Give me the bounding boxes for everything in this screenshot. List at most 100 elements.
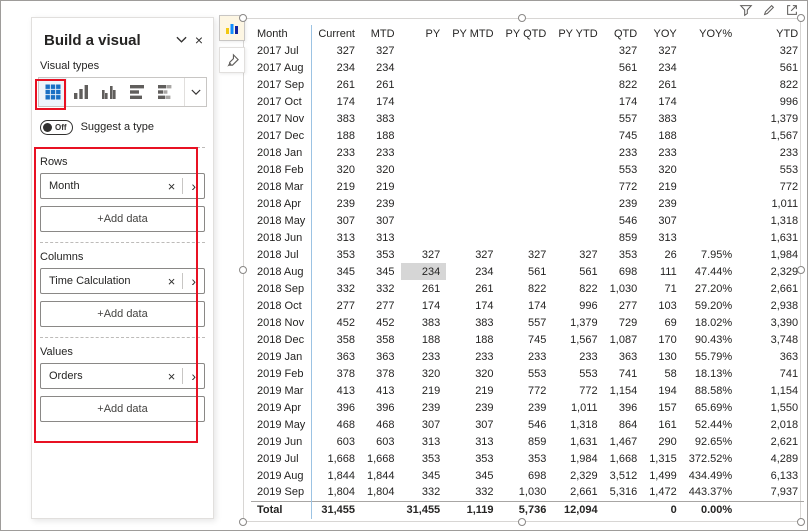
table-cell[interactable]: 2,329 [552, 467, 603, 484]
table-cell[interactable] [500, 161, 553, 178]
table-cell[interactable]: 103 [643, 297, 683, 314]
table-cell[interactable] [552, 144, 603, 161]
table-cell[interactable]: 603 [361, 433, 401, 450]
table-cell[interactable]: 561 [552, 263, 603, 280]
table-cell[interactable]: 378 [361, 365, 401, 382]
total-cell[interactable]: 31,455 [401, 501, 447, 519]
table-cell[interactable]: 1,030 [500, 484, 553, 501]
table-cell[interactable]: 188 [312, 127, 361, 144]
row-header-cell[interactable]: 2018 Jan [251, 144, 312, 161]
table-cell[interactable]: 452 [312, 314, 361, 331]
column-header[interactable]: Month [251, 25, 312, 42]
table-cell[interactable]: 130 [643, 348, 683, 365]
row-header-cell[interactable]: 2018 Jul [251, 246, 312, 263]
table-cell[interactable]: 1,467 [604, 433, 644, 450]
table-cell[interactable]: 383 [401, 314, 447, 331]
table-cell[interactable] [552, 212, 603, 229]
table-cell[interactable]: 1,379 [552, 314, 603, 331]
table-cell[interactable] [683, 110, 738, 127]
resize-handle-top-left[interactable] [239, 14, 247, 22]
table-cell[interactable] [401, 110, 447, 127]
table-cell[interactable]: 996 [738, 93, 804, 110]
table-cell[interactable] [446, 59, 499, 76]
column-header[interactable]: PY MTD [446, 25, 499, 42]
table-cell[interactable] [401, 195, 447, 212]
table-cell[interactable]: 358 [361, 331, 401, 348]
row-header-cell[interactable]: 2017 Jul [251, 42, 312, 59]
table-cell[interactable]: 174 [446, 297, 499, 314]
table-cell[interactable]: 1,550 [738, 399, 804, 416]
table-cell[interactable] [683, 42, 738, 59]
table-cell[interactable]: 772 [738, 178, 804, 195]
table-cell[interactable]: 859 [604, 229, 644, 246]
more-visuals-chevron-icon[interactable] [184, 78, 206, 106]
column-header[interactable]: Current [312, 25, 361, 42]
table-cell[interactable]: 1,804 [312, 484, 361, 501]
table-cell[interactable]: 553 [500, 365, 553, 382]
table-cell[interactable]: 557 [604, 110, 644, 127]
table-cell[interactable] [401, 93, 447, 110]
table-cell[interactable]: 5,316 [604, 484, 644, 501]
table-cell[interactable] [552, 110, 603, 127]
table-cell[interactable]: 741 [738, 365, 804, 382]
table-cell[interactable]: 327 [446, 246, 499, 263]
table-cell[interactable]: 2,938 [738, 297, 804, 314]
total-row-header[interactable]: Total [251, 501, 312, 519]
table-cell[interactable]: 327 [604, 42, 644, 59]
column-header[interactable]: QTD [604, 25, 644, 42]
table-cell[interactable] [683, 59, 738, 76]
table-cell[interactable]: 698 [500, 467, 553, 484]
table-cell[interactable]: 345 [361, 263, 401, 280]
row-header-cell[interactable]: 2018 Nov [251, 314, 312, 331]
table-cell[interactable]: 822 [604, 76, 644, 93]
table-cell[interactable] [401, 59, 447, 76]
table-cell[interactable]: 233 [552, 348, 603, 365]
table-cell[interactable]: 233 [604, 144, 644, 161]
remove-field-icon[interactable]: × [161, 369, 183, 384]
table-cell[interactable] [401, 229, 447, 246]
table-cell[interactable]: 396 [312, 399, 361, 416]
table-cell[interactable]: 557 [500, 314, 553, 331]
table-cell[interactable]: 546 [604, 212, 644, 229]
table-cell[interactable]: 219 [361, 178, 401, 195]
table-cell[interactable]: 327 [738, 42, 804, 59]
suggest-type-toggle[interactable]: Off [40, 120, 73, 135]
table-cell[interactable]: 772 [604, 178, 644, 195]
table-cell[interactable] [446, 212, 499, 229]
field-pill-time-calculation[interactable]: Time Calculation × › [40, 268, 205, 294]
table-cell[interactable]: 261 [361, 76, 401, 93]
table-cell[interactable] [552, 76, 603, 93]
table-cell[interactable]: 561 [604, 59, 644, 76]
table-cell[interactable] [552, 195, 603, 212]
table-cell[interactable]: 345 [401, 467, 447, 484]
table-cell[interactable]: 358 [312, 331, 361, 348]
table-cell[interactable]: 313 [361, 229, 401, 246]
table-cell[interactable] [401, 144, 447, 161]
table-cell[interactable]: 1,379 [738, 110, 804, 127]
table-cell[interactable]: 1,011 [552, 399, 603, 416]
table-cell[interactable] [446, 144, 499, 161]
table-cell[interactable] [552, 178, 603, 195]
table-cell[interactable] [401, 76, 447, 93]
total-cell[interactable]: 0 [643, 501, 683, 519]
table-cell[interactable]: 553 [552, 365, 603, 382]
row-header-cell[interactable]: 2019 May [251, 416, 312, 433]
table-cell[interactable]: 2,661 [738, 280, 804, 297]
table-cell[interactable]: 363 [361, 348, 401, 365]
table-cell[interactable]: 320 [446, 365, 499, 382]
row-header-cell[interactable]: 2019 Aug [251, 467, 312, 484]
resize-handle-middle-right[interactable] [797, 266, 805, 274]
table-cell[interactable]: 434.49% [683, 467, 738, 484]
bar-chart-icon[interactable] [123, 78, 151, 106]
table-cell[interactable]: 233 [643, 144, 683, 161]
table-cell[interactable] [683, 76, 738, 93]
table-cell[interactable]: 327 [361, 42, 401, 59]
table-cell[interactable]: 372.52% [683, 450, 738, 467]
table-cell[interactable]: 3,390 [738, 314, 804, 331]
table-cell[interactable]: 239 [446, 399, 499, 416]
table-cell[interactable]: 1,984 [738, 246, 804, 263]
table-cell[interactable]: 353 [604, 246, 644, 263]
table-cell[interactable]: 1,315 [643, 450, 683, 467]
table-cell[interactable]: 2,329 [738, 263, 804, 280]
table-cell[interactable]: 313 [401, 433, 447, 450]
